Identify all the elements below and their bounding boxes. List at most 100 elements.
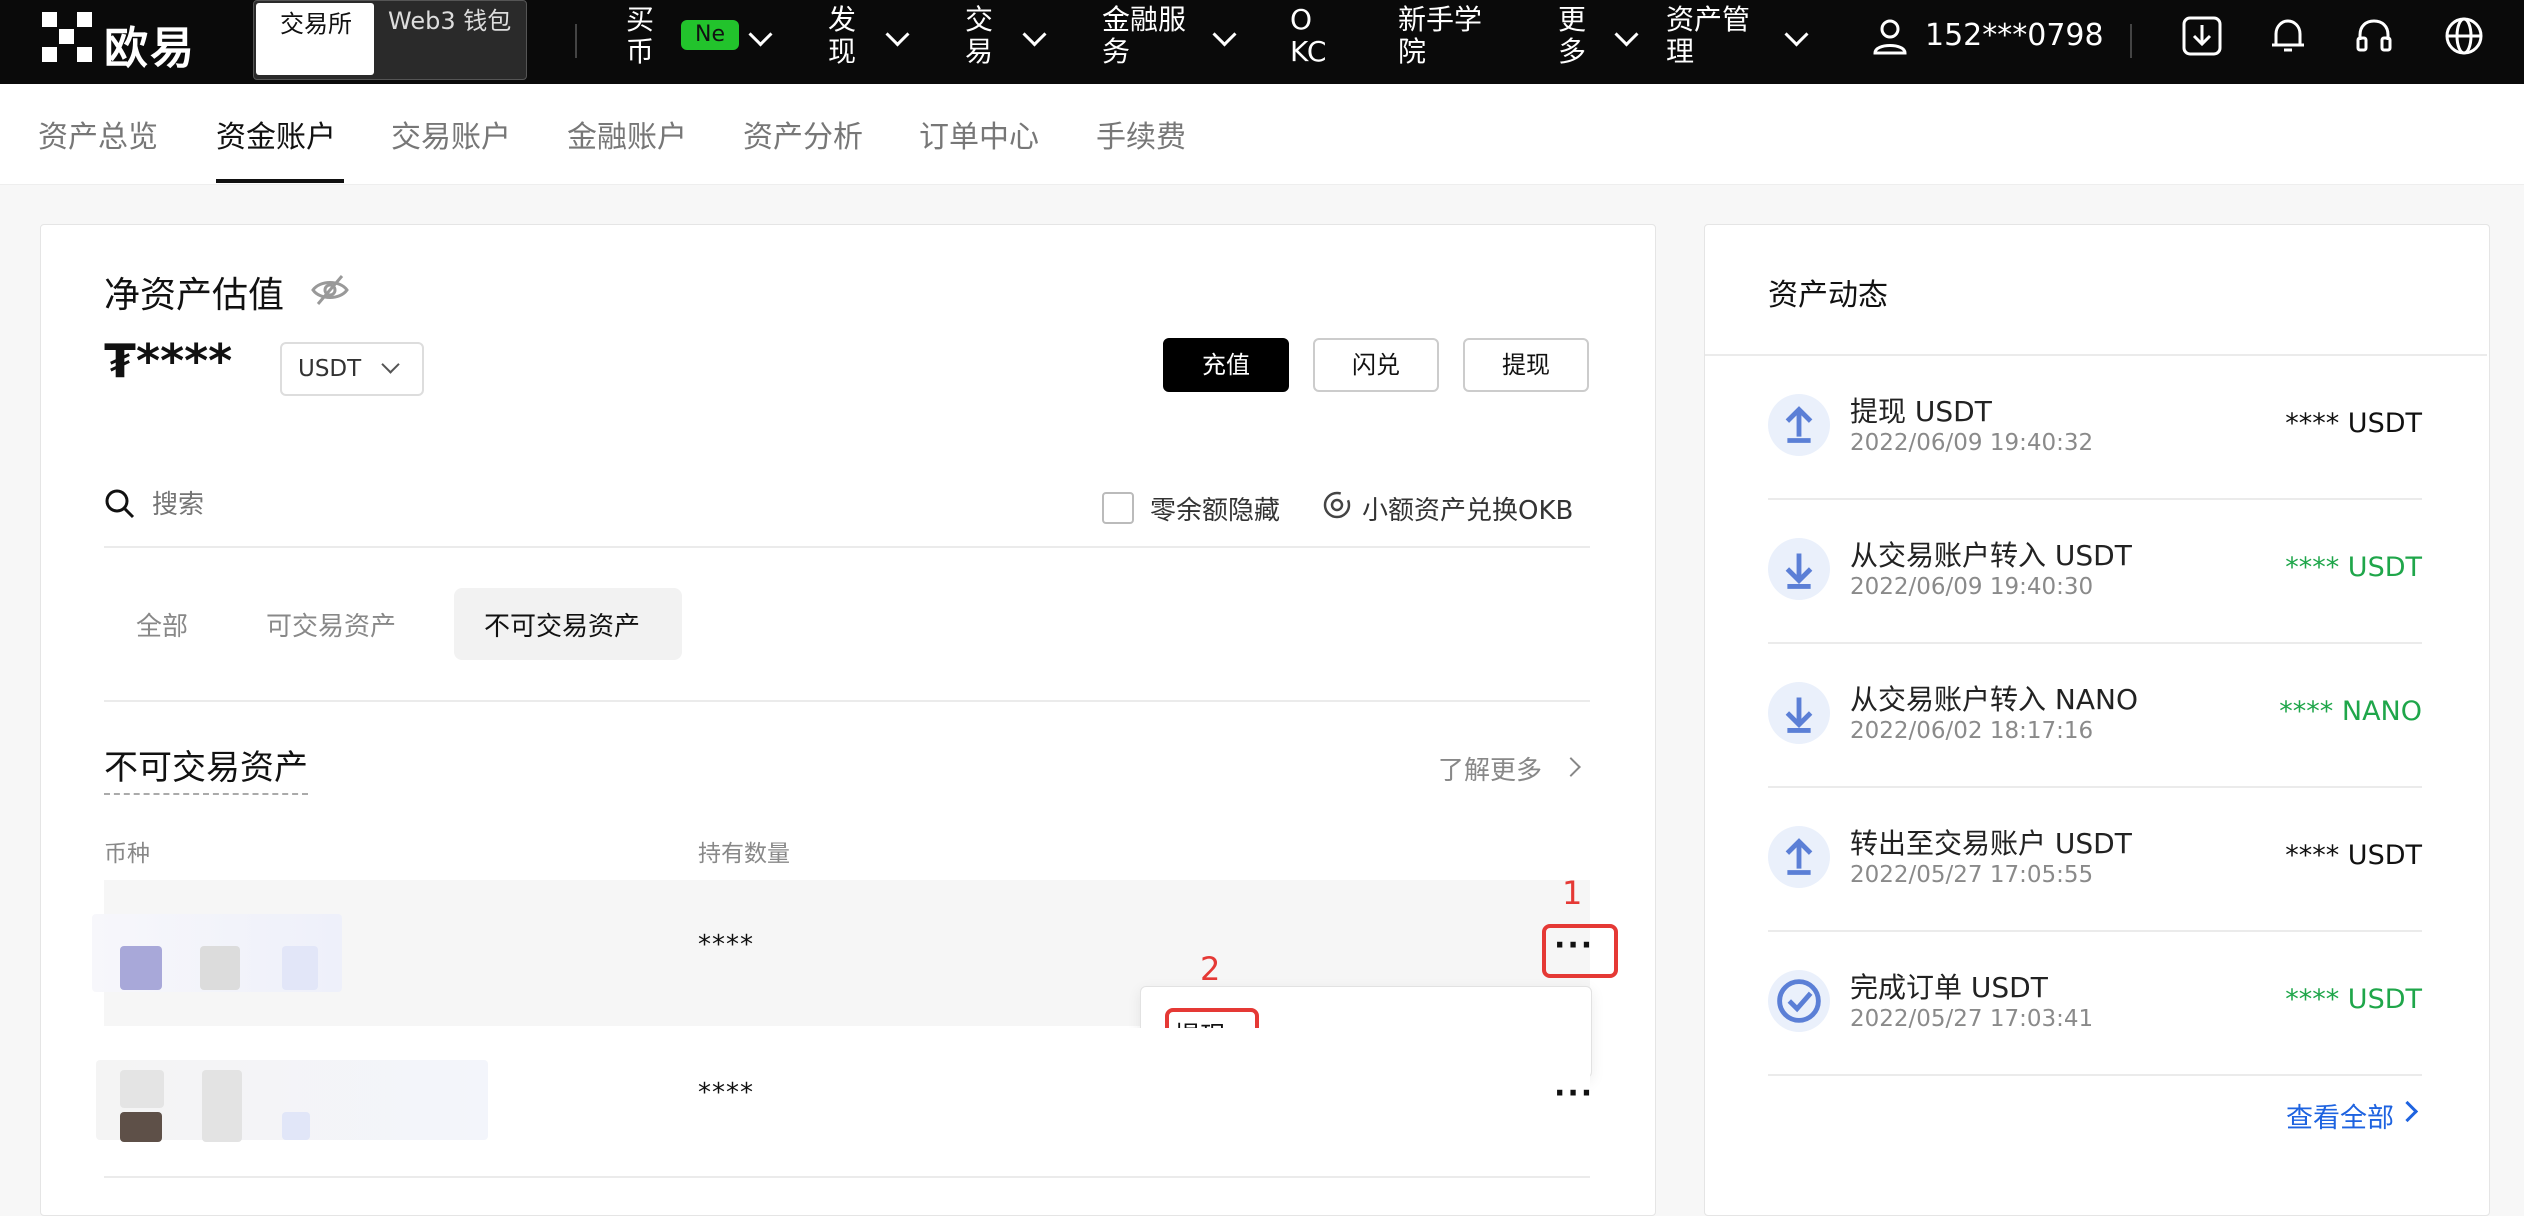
hide-zero-checkbox[interactable] bbox=[1102, 492, 1134, 524]
nav-academy[interactable]: 新手学院 bbox=[1398, 4, 1494, 68]
nav-divider bbox=[575, 24, 577, 58]
bell-icon[interactable] bbox=[2266, 14, 2310, 58]
divider bbox=[1705, 354, 2487, 356]
blurred-coin-name bbox=[282, 946, 318, 990]
account-phone[interactable]: 152***0798 bbox=[1925, 18, 2104, 53]
more-options-icon[interactable]: ··· bbox=[1554, 1076, 1594, 1111]
annotation-number-1: 1 bbox=[1562, 874, 1583, 912]
nav-finance[interactable]: 金融服务 bbox=[1102, 4, 1198, 68]
deposit-button[interactable]: 充值 bbox=[1163, 338, 1289, 392]
nav-buy[interactable]: 买币 bbox=[626, 4, 658, 68]
activity-item-time: 2022/06/09 19:40:32 bbox=[1850, 430, 2094, 456]
asset-tab-non-tradable[interactable]: 不可交易资产 bbox=[454, 588, 682, 660]
tab-fees[interactable]: 手续费 bbox=[1096, 112, 1186, 156]
tab-asset-analysis[interactable]: 资产分析 bbox=[743, 112, 863, 156]
section-title-non-tradable[interactable]: 不可交易资产 bbox=[104, 740, 308, 795]
asset-tab-non-tradable-label: 不可交易资产 bbox=[484, 612, 641, 642]
blurred-coin-logo bbox=[120, 1070, 164, 1108]
row-amount: **** bbox=[698, 930, 754, 960]
column-header-amount: 持有数量 bbox=[698, 841, 790, 867]
chevron-down-icon[interactable] bbox=[1784, 22, 1809, 47]
asset-subnav bbox=[0, 84, 2524, 185]
learn-more-link[interactable]: 了解更多 bbox=[1438, 750, 1542, 787]
convert-button[interactable]: 闪兑 bbox=[1313, 338, 1439, 392]
view-all-link[interactable]: 查看全部 bbox=[2286, 1096, 2394, 1135]
asset-tab-tradable[interactable]: 可交易资产 bbox=[266, 606, 396, 643]
search-icon bbox=[105, 489, 135, 519]
divider bbox=[104, 546, 1590, 548]
currency-select[interactable]: USDT bbox=[280, 342, 424, 396]
eye-hidden-icon[interactable] bbox=[310, 272, 350, 308]
asset-tab-all[interactable]: 全部 bbox=[136, 606, 188, 643]
tab-trading-account[interactable]: 交易账户 bbox=[391, 112, 511, 156]
currency-select-value: USDT bbox=[298, 356, 362, 382]
activity-item-time: 2022/05/27 17:03:41 bbox=[1850, 1006, 2094, 1032]
activity-item-amount: **** USDT bbox=[2285, 840, 2422, 871]
chevron-down-icon bbox=[381, 355, 400, 374]
chevron-down-icon[interactable] bbox=[1614, 22, 1639, 47]
activity-item-time: 2022/06/09 19:40:30 bbox=[1850, 574, 2094, 600]
globe-icon[interactable] bbox=[2442, 14, 2486, 58]
blurred-coin-logo bbox=[120, 946, 162, 990]
row-amount: **** bbox=[698, 1078, 754, 1108]
arrow-down-icon bbox=[1768, 682, 1830, 744]
activity-title: 资产动态 bbox=[1768, 278, 1888, 313]
activity-item-title: 从交易账户转入 NANO bbox=[1850, 683, 2138, 716]
withdraw-button[interactable]: 提现 bbox=[1463, 338, 1589, 392]
activity-item-title: 转出至交易账户 USDT bbox=[1850, 827, 2132, 860]
activity-item-amount: **** USDT bbox=[2285, 408, 2422, 439]
nav-discover[interactable]: 发现 bbox=[828, 4, 860, 68]
blurred-coin-name bbox=[202, 1070, 242, 1142]
activity-item-amount: **** NANO bbox=[2279, 696, 2422, 727]
net-asset-amount: ₮**** bbox=[104, 334, 233, 388]
headset-icon[interactable] bbox=[2352, 14, 2396, 58]
divider bbox=[104, 1176, 1590, 1178]
divider bbox=[1768, 498, 2422, 500]
column-header-coin: 币种 bbox=[104, 841, 150, 867]
nav-asset-management[interactable]: 资产管理 bbox=[1666, 4, 1762, 68]
chevron-down-icon[interactable] bbox=[885, 22, 910, 47]
tab-order-center[interactable]: 订单中心 bbox=[919, 112, 1039, 156]
arrow-down-icon bbox=[1768, 538, 1830, 600]
download-icon[interactable] bbox=[2180, 14, 2224, 58]
nav-divider bbox=[2130, 24, 2132, 58]
activity-item-title: 完成订单 USDT bbox=[1850, 971, 2048, 1004]
tab-funding-account[interactable]: 资金账户 bbox=[216, 112, 336, 156]
small-asset-convert-link[interactable]: 小额资产兑换OKB bbox=[1362, 490, 1573, 527]
nav-trade[interactable]: 交易 bbox=[965, 4, 997, 68]
more-options-icon[interactable]: ··· bbox=[1554, 928, 1594, 963]
arrow-up-icon bbox=[1768, 394, 1830, 456]
hide-zero-label[interactable]: 零余额隐藏 bbox=[1150, 490, 1280, 527]
order-check-icon bbox=[1768, 970, 1830, 1032]
blurred-coin-name bbox=[282, 1112, 310, 1140]
activity-item-amount: **** USDT bbox=[2285, 984, 2422, 1015]
blurred-coin-logo bbox=[120, 1112, 162, 1142]
user-icon[interactable] bbox=[1870, 16, 1910, 56]
okx-logo-icon[interactable] bbox=[42, 12, 92, 62]
tab-asset-overview[interactable]: 资产总览 bbox=[38, 112, 158, 156]
new-badge: Ne bbox=[681, 20, 739, 50]
divider bbox=[104, 700, 1590, 702]
chevron-down-icon[interactable] bbox=[1022, 22, 1047, 47]
divider bbox=[1768, 642, 2422, 644]
activity-item-title: 从交易账户转入 USDT bbox=[1850, 539, 2132, 572]
active-tab-indicator bbox=[216, 179, 344, 183]
annotation-number-2: 2 bbox=[1200, 950, 1221, 988]
divider bbox=[1768, 786, 2422, 788]
tab-finance-account[interactable]: 金融账户 bbox=[567, 112, 687, 156]
switch-exchange[interactable]: 交易所 bbox=[256, 3, 374, 75]
net-asset-title: 净资产估值 bbox=[104, 275, 285, 316]
blurred-coin-name bbox=[200, 946, 240, 990]
divider bbox=[1768, 1074, 2422, 1076]
nav-okc[interactable]: OKC bbox=[1290, 4, 1330, 68]
activity-item-amount: **** USDT bbox=[2285, 552, 2422, 583]
switch-web3-wallet[interactable]: Web3 钱包 bbox=[388, 5, 518, 37]
small-asset-convert-icon bbox=[1323, 491, 1351, 519]
nav-more[interactable]: 更多 bbox=[1558, 4, 1590, 68]
chevron-down-icon[interactable] bbox=[1212, 22, 1237, 47]
logo-text[interactable]: 欧易 bbox=[104, 12, 196, 76]
activity-item-time: 2022/06/02 18:17:16 bbox=[1850, 718, 2094, 744]
chevron-down-icon[interactable] bbox=[748, 22, 773, 47]
exchange-web3-switch[interactable]: 交易所 Web3 钱包 bbox=[253, 0, 527, 80]
search-input[interactable] bbox=[150, 484, 854, 526]
